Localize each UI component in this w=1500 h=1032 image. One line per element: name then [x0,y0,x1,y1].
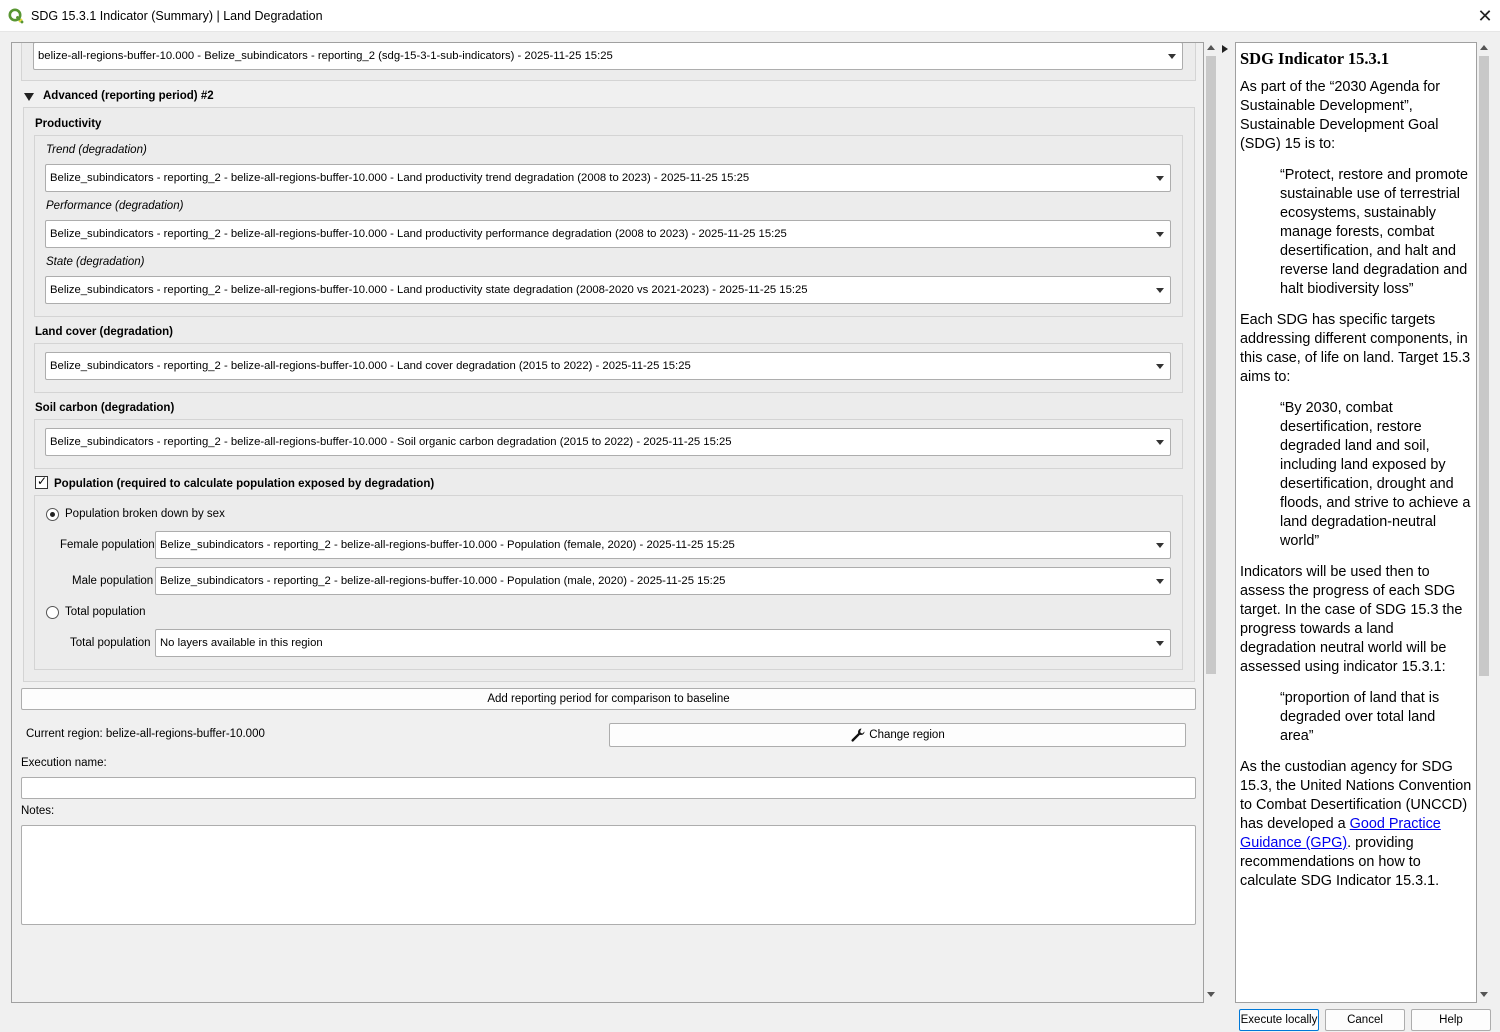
chevron-down-icon [1156,176,1164,181]
scroll-up-icon[interactable] [1480,45,1488,50]
performance-combo[interactable]: Belize_subindicators - reporting_2 - bel… [45,220,1171,248]
help-quote: “Protect, restore and promote sustainabl… [1280,167,1468,297]
total-population-radio[interactable] [46,606,59,619]
baseline-sub-indicators-combo[interactable]: belize-all-regions-buffer-10.000 - Beliz… [33,43,1183,70]
combo-value: belize-all-regions-buffer-10.000 - Beliz… [38,50,613,62]
parameters-scroll-area: belize-all-regions-buffer-10.000 - Beliz… [11,42,1204,1003]
chevron-down-icon [1156,579,1164,584]
female-population-label: Female population [60,539,155,551]
window-titlebar: SDG 15.3.1 Indicator (Summary) | Land De… [0,0,1500,32]
state-label: State (degradation) [46,256,145,268]
help-paragraph: As the custodian agency for SDG 15.3, th… [1240,758,1472,891]
window-title: SDG 15.3.1 Indicator (Summary) | Land De… [31,9,323,23]
chevron-down-icon [1156,543,1164,548]
notes-textarea[interactable] [21,825,1196,925]
scroll-down-icon[interactable] [1207,992,1215,997]
advanced-section-header[interactable]: Advanced (reporting period) #2 [43,90,214,102]
performance-label: Performance (degradation) [46,200,184,212]
trend-label: Trend (degradation) [46,144,147,156]
chevron-down-icon [1168,54,1176,59]
help-scrollbar[interactable] [1477,42,1491,1003]
combo-value: Belize_subindicators - reporting_2 - bel… [160,539,735,551]
collapse-triangle-icon[interactable] [23,92,35,102]
combo-value: Belize_subindicators - reporting_2 - bel… [50,228,787,240]
population-by-sex-label[interactable]: Population broken down by sex [65,508,225,520]
scrollbar-thumb[interactable] [1479,56,1489,676]
execution-name-input[interactable] [21,777,1196,799]
chevron-down-icon [1156,440,1164,445]
soil-carbon-title: Soil carbon (degradation) [35,402,175,414]
help-paragraph: As part of the “2030 Agenda for Sustaina… [1240,79,1441,152]
current-region-label: Current region: belize-all-regions-buffe… [26,728,265,740]
scroll-up-icon[interactable] [1207,45,1215,50]
add-reporting-period-button[interactable]: Add reporting period for comparison to b… [21,688,1196,710]
execution-name-label: Execution name: [21,757,107,769]
productivity-title: Productivity [35,118,102,130]
splitter-arrow-icon[interactable] [1221,44,1229,54]
change-region-label: Change region [869,729,945,741]
cancel-button[interactable]: Cancel [1325,1009,1405,1031]
qgis-logo-icon [8,8,24,24]
help-text-panel: SDG Indicator 15.3.1 As part of the “203… [1235,42,1477,1003]
left-scrollbar[interactable] [1204,42,1218,1003]
population-by-sex-radio[interactable] [46,508,59,521]
help-paragraph: Indicators will be used then to assess t… [1240,564,1463,675]
population-checkbox[interactable]: ✓ [35,474,48,489]
total-population-radio-label[interactable]: Total population [65,606,146,618]
notes-label: Notes: [21,805,55,817]
wrench-icon [851,728,865,742]
help-paragraph: Each SDG has specific targets addressing… [1240,312,1471,385]
help-button[interactable]: Help [1411,1009,1491,1031]
chevron-down-icon [1156,232,1164,237]
combo-value: Belize_subindicators - reporting_2 - bel… [50,360,691,372]
combo-value: Belize_subindicators - reporting_2 - bel… [160,575,726,587]
male-population-label: Male population [72,575,154,587]
help-title: SDG Indicator 15.3.1 [1240,49,1390,68]
female-population-combo[interactable]: Belize_subindicators - reporting_2 - bel… [155,531,1171,559]
land-cover-combo[interactable]: Belize_subindicators - reporting_2 - bel… [45,352,1171,380]
change-region-button[interactable]: Change region [609,723,1186,747]
execute-locally-button[interactable]: Execute locally [1239,1009,1319,1031]
trend-combo[interactable]: Belize_subindicators - reporting_2 - bel… [45,164,1171,192]
close-icon[interactable]: ✕ [1470,0,1500,32]
chevron-down-icon [1156,364,1164,369]
check-icon: ✓ [37,474,48,488]
scroll-down-icon[interactable] [1480,992,1488,997]
combo-value: Belize_subindicators - reporting_2 - bel… [50,436,732,448]
combo-value: No layers available in this region [160,637,323,649]
scrollbar-thumb[interactable] [1206,56,1216,674]
population-checkbox-label[interactable]: Population (required to calculate popula… [54,478,434,490]
combo-value: Belize_subindicators - reporting_2 - bel… [50,284,808,296]
chevron-down-icon [1156,288,1164,293]
male-population-combo[interactable]: Belize_subindicators - reporting_2 - bel… [155,567,1171,595]
chevron-down-icon [1156,641,1164,646]
total-population-combo[interactable]: No layers available in this region [155,629,1171,657]
land-cover-title: Land cover (degradation) [35,326,174,338]
help-quote: “By 2030, combat desertification, restor… [1280,400,1471,549]
total-population-label: Total population [70,637,151,649]
help-quote: “proportion of land that is degraded ove… [1280,690,1440,744]
soil-carbon-combo[interactable]: Belize_subindicators - reporting_2 - bel… [45,428,1171,456]
state-combo[interactable]: Belize_subindicators - reporting_2 - bel… [45,276,1171,304]
combo-value: Belize_subindicators - reporting_2 - bel… [50,172,750,184]
